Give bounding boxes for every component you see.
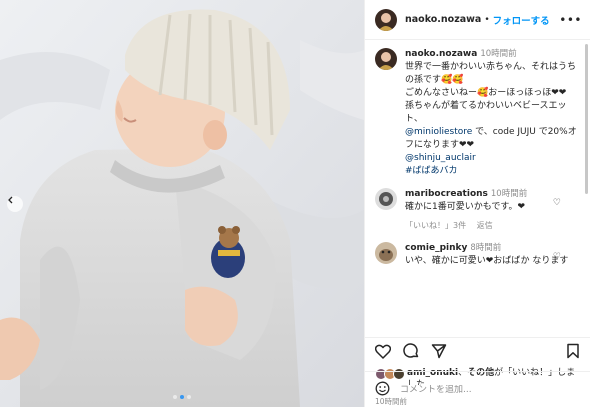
carousel-dots <box>0 395 364 399</box>
reply-button[interactable]: 返信 <box>477 221 493 230</box>
caption-line-2: ごめんなさいねー🥰おーほっほっほ❤❤ <box>405 88 567 98</box>
store-mention-link[interactable]: @minioliestore <box>405 127 472 137</box>
comment-username[interactable]: maribocreations <box>405 189 488 199</box>
comment-like-heart-icon[interactable]: ♡ <box>553 198 561 208</box>
comments-section[interactable]: naoko.nozawa 10時間前 世界で一番かわいい赤ちゃん、それはうちの孫で… <box>365 40 590 337</box>
comment-time: 10時間前 <box>490 189 528 199</box>
comment-time: 8時間前 <box>470 243 502 253</box>
comment-text: いや、確かに可愛い❤おばばか なります <box>405 256 569 266</box>
comment-item: comie_pinky 8時間前 いや、確かに可愛い❤おばばか なります ♡ <box>375 242 580 268</box>
add-comment-bar <box>365 371 590 407</box>
carousel-dot[interactable] <box>187 395 191 399</box>
comment-likes-count[interactable]: 「いいね！」3件 <box>405 221 466 230</box>
commenter-avatar[interactable] <box>375 188 397 210</box>
comment-like-heart-icon[interactable]: ♡ <box>553 252 561 262</box>
user-mention-link[interactable]: @shinju_auclair <box>405 153 476 163</box>
comment-text: 確かに1番可愛いかもです。❤ <box>405 202 526 212</box>
more-options-button[interactable]: ••• <box>559 13 582 27</box>
hashtag-link[interactable]: #ばばあバカ <box>405 166 458 176</box>
post-photo[interactable] <box>0 0 364 407</box>
heart-icon[interactable] <box>374 344 392 362</box>
carousel-dot-active[interactable] <box>180 395 184 399</box>
comment-username[interactable]: comie_pinky <box>405 243 467 253</box>
comment-meta: 「いいね！」3件 返信 <box>405 219 580 232</box>
commenter-avatar[interactable] <box>375 242 397 264</box>
post-side-panel: naoko.nozawa • フォローする ••• naoko.nozawa 10… <box>364 0 590 407</box>
comment-input[interactable] <box>400 384 581 395</box>
caption-line-3: 孫ちゃんが着てるかわいいベビースエット、 <box>405 101 567 124</box>
caption: naoko.nozawa 10時間前 世界で一番かわいい赤ちゃん、それはうちの孫で… <box>375 48 580 178</box>
comment-body: maribocreations 10時間前 確かに1番可愛いかもです。❤ 「いいね… <box>405 188 580 232</box>
author-username[interactable]: naoko.nozawa <box>405 14 481 25</box>
emoji-icon[interactable] <box>375 381 390 399</box>
header-separator: • <box>484 14 490 25</box>
comment-icon[interactable] <box>403 343 419 362</box>
action-bar <box>365 337 590 367</box>
instagram-post: naoko.nozawa • フォローする ••• naoko.nozawa 10… <box>0 0 590 407</box>
baby-photo-illustration <box>0 0 364 407</box>
comment-item: maribocreations 10時間前 確かに1番可愛いかもです。❤ 「いいね… <box>375 188 580 232</box>
comments-scrollbar[interactable] <box>585 44 588 194</box>
share-icon[interactable] <box>431 343 447 362</box>
previous-photo-button[interactable] <box>7 196 23 212</box>
caption-body: naoko.nozawa 10時間前 世界で一番かわいい赤ちゃん、それはうちの孫で… <box>405 48 580 178</box>
bookmark-icon[interactable] <box>566 343 580 362</box>
author-avatar[interactable] <box>375 8 397 31</box>
post-header: naoko.nozawa • フォローする ••• <box>365 0 590 40</box>
caption-avatar[interactable] <box>375 48 397 70</box>
carousel-dot[interactable] <box>173 395 177 399</box>
caption-time: 10時間前 <box>480 49 517 59</box>
caption-username[interactable]: naoko.nozawa <box>405 49 477 59</box>
follow-button[interactable]: フォローする <box>493 13 550 27</box>
caption-line-1: 世界で一番かわいい赤ちゃん、それはうちの孫です🥰🥰 <box>405 62 577 85</box>
